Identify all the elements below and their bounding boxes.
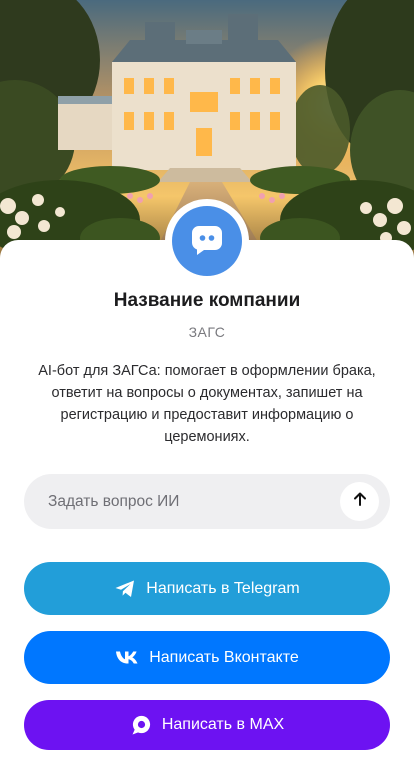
vk-icon bbox=[115, 650, 139, 665]
ask-ai-field bbox=[24, 474, 390, 529]
vk-button-label: Написать Вконтакте bbox=[149, 648, 299, 666]
max-button-label: Написать в MAX bbox=[161, 716, 285, 733]
max-button[interactable]: Написать в MAX bbox=[24, 700, 390, 750]
max-icon bbox=[130, 714, 152, 736]
company-category: ЗАГС bbox=[188, 324, 226, 340]
company-name: Название компании bbox=[113, 290, 301, 311]
avatar bbox=[172, 206, 242, 276]
ask-ai-input[interactable] bbox=[24, 474, 324, 529]
vk-button[interactable]: Написать Вконтакте bbox=[24, 631, 390, 684]
send-button[interactable] bbox=[340, 482, 379, 521]
chat-bubble-icon bbox=[190, 222, 224, 261]
telegram-button[interactable]: Написать в Telegram bbox=[24, 562, 390, 615]
arrow-up-icon bbox=[352, 491, 368, 512]
telegram-icon bbox=[114, 579, 136, 599]
telegram-button-label: Написать в Telegram bbox=[146, 579, 300, 597]
company-description: AI-бот для ЗАГСа: помогает в оформлении … bbox=[38, 363, 376, 445]
